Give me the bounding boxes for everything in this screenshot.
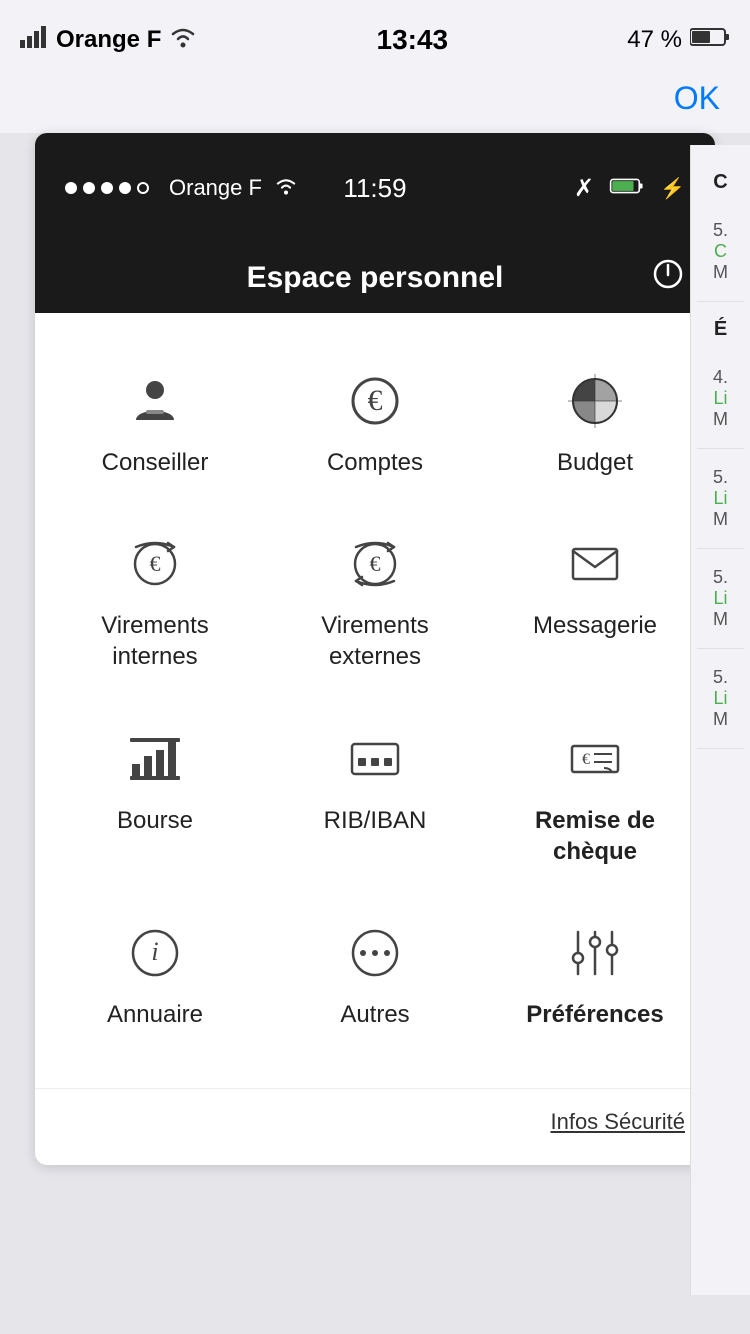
comptes-icon: € bbox=[340, 371, 410, 431]
app-title: Espace personnel bbox=[247, 261, 504, 295]
status-right: 47 % bbox=[627, 26, 730, 55]
app-wifi-icon bbox=[274, 175, 298, 201]
security-link[interactable]: Infos Sécurité bbox=[550, 1109, 685, 1135]
app-card: Orange F 11:59 ✗ ⚡ Espace bbox=[35, 133, 715, 1165]
svg-text:€: € bbox=[370, 551, 381, 576]
app-title-bar: Espace personnel bbox=[35, 243, 715, 313]
status-time: 13:43 bbox=[377, 24, 449, 56]
dot2 bbox=[83, 182, 95, 194]
app-status-right: ✗ ⚡ bbox=[574, 174, 685, 203]
messagerie-label: Messagerie bbox=[533, 610, 657, 641]
autres-icon bbox=[340, 923, 410, 983]
rib-iban-label: RIB/IBAN bbox=[324, 805, 427, 836]
right-panel-item-4: 5. Li M bbox=[697, 549, 744, 649]
app-time: 11:59 bbox=[343, 173, 406, 204]
app-status-left: Orange F bbox=[65, 175, 298, 201]
dot4 bbox=[119, 182, 131, 194]
menu-grid: Conseiller € Comptes bbox=[35, 313, 715, 1088]
menu-item-messagerie[interactable]: Messagerie bbox=[485, 506, 705, 700]
menu-item-conseiller[interactable]: Conseiller bbox=[45, 343, 265, 506]
virements-externes-icon: € bbox=[340, 534, 410, 594]
menu-item-budget[interactable]: Budget bbox=[485, 343, 705, 506]
menu-item-remise-cheque[interactable]: € Remise de chèque bbox=[485, 701, 705, 895]
battery-percent: 47 % bbox=[627, 26, 682, 54]
menu-item-rib-iban[interactable]: RIB/IBAN bbox=[265, 701, 485, 895]
svg-text:€: € bbox=[368, 384, 383, 417]
charging-icon: ⚡ bbox=[660, 176, 685, 201]
svg-text:i: i bbox=[151, 937, 158, 966]
security-footer: Infos Sécurité bbox=[35, 1088, 715, 1165]
battery-icon bbox=[690, 26, 730, 55]
preferences-icon bbox=[560, 923, 630, 983]
menu-item-virements-externes[interactable]: € Virements externes bbox=[265, 506, 485, 700]
menu-item-autres[interactable]: Autres bbox=[265, 895, 485, 1058]
svg-text:€: € bbox=[150, 551, 161, 576]
bluetooth-icon: ✗ bbox=[574, 174, 594, 203]
menu-item-comptes[interactable]: € Comptes bbox=[265, 343, 485, 506]
bourse-icon bbox=[120, 729, 190, 789]
ok-button-row: OK bbox=[0, 80, 750, 133]
power-button[interactable] bbox=[651, 257, 685, 299]
annuaire-label: Annuaire bbox=[107, 999, 203, 1030]
conseiller-icon bbox=[120, 371, 190, 431]
dot5 bbox=[137, 182, 149, 194]
remise-cheque-label: Remise de chèque bbox=[535, 805, 655, 867]
autres-label: Autres bbox=[340, 999, 409, 1030]
status-bar: Orange F 13:43 47 % bbox=[0, 0, 750, 80]
bourse-label: Bourse bbox=[117, 805, 193, 836]
menu-item-preferences[interactable]: Préférences bbox=[485, 895, 705, 1058]
right-panel-header: C bbox=[697, 155, 744, 202]
right-panel-item-2: 4. Li M bbox=[697, 349, 744, 449]
comptes-label: Comptes bbox=[327, 447, 423, 478]
budget-label: Budget bbox=[557, 447, 633, 478]
menu-item-bourse[interactable]: Bourse bbox=[45, 701, 265, 895]
wifi-icon bbox=[169, 26, 197, 54]
menu-item-annuaire[interactable]: i Annuaire bbox=[45, 895, 265, 1058]
budget-icon bbox=[560, 371, 630, 431]
carrier-name: Orange F bbox=[56, 26, 161, 54]
dot3 bbox=[101, 182, 113, 194]
svg-text:€: € bbox=[582, 751, 590, 768]
ok-button[interactable]: OK bbox=[674, 80, 720, 117]
right-panel-item-5: 5. Li M bbox=[697, 649, 744, 749]
app-battery-icon bbox=[608, 175, 646, 201]
status-left: Orange F bbox=[20, 26, 197, 54]
annuaire-icon: i bbox=[120, 923, 190, 983]
preferences-label: Préférences bbox=[526, 999, 663, 1030]
dot1 bbox=[65, 182, 77, 194]
signal-icon bbox=[20, 26, 48, 54]
app-carrier: Orange F bbox=[169, 175, 262, 201]
virements-externes-label: Virements externes bbox=[321, 610, 429, 672]
virements-internes-icon: € bbox=[120, 534, 190, 594]
right-panel-section-e: É bbox=[697, 302, 744, 349]
messagerie-icon bbox=[560, 534, 630, 594]
right-panel: C 5. C M É 4. Li M 5. Li M 5. Li M 5. Li… bbox=[690, 145, 750, 1295]
rib-iban-icon bbox=[340, 729, 410, 789]
right-panel-item-1: 5. C M bbox=[697, 202, 744, 302]
conseiller-label: Conseiller bbox=[102, 447, 209, 478]
signal-dots bbox=[65, 182, 149, 194]
remise-cheque-icon: € bbox=[560, 729, 630, 789]
app-status-bar: Orange F 11:59 ✗ ⚡ bbox=[35, 133, 715, 243]
menu-item-virements-internes[interactable]: € Virements internes bbox=[45, 506, 265, 700]
virements-internes-label: Virements internes bbox=[101, 610, 209, 672]
right-panel-item-3: 5. Li M bbox=[697, 449, 744, 549]
